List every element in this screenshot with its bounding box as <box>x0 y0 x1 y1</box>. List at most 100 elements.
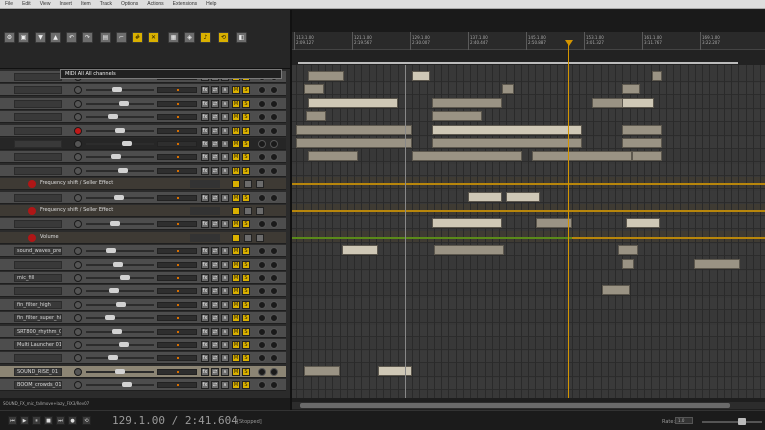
volume-knob[interactable] <box>114 194 124 200</box>
media-item[interactable] <box>532 151 632 162</box>
volume-knob[interactable] <box>119 100 129 106</box>
fx-button[interactable]: fx <box>201 220 209 229</box>
phase-button[interactable] <box>258 113 266 122</box>
record-arm-button[interactable] <box>74 193 82 202</box>
media-item[interactable] <box>434 245 504 256</box>
media-item[interactable] <box>622 124 662 135</box>
media-item[interactable] <box>308 151 358 162</box>
io-button[interactable]: ⇄ <box>211 341 219 349</box>
menu-item-track[interactable]: Track <box>100 1 112 7</box>
record-arm-button[interactable] <box>74 166 82 175</box>
envelope-button[interactable] <box>244 207 252 215</box>
media-item[interactable] <box>432 111 482 122</box>
track-name-field[interactable] <box>14 73 62 81</box>
track-name-field[interactable]: SOUND_RISE_01 <box>14 367 62 376</box>
loop-button[interactable]: ⟲ <box>218 32 229 43</box>
volume-slider[interactable] <box>86 384 154 387</box>
automation-mode-button[interactable] <box>270 153 278 162</box>
pause-button[interactable]: ⏸ <box>32 416 41 425</box>
gear-button[interactable]: ⚙ <box>4 32 15 43</box>
mute-button[interactable]: M <box>232 247 240 256</box>
media-item[interactable] <box>412 151 522 162</box>
volume-slider[interactable] <box>86 223 154 226</box>
mute-button[interactable]: M <box>232 220 240 229</box>
fx-button[interactable]: fx <box>201 99 209 108</box>
settings-button[interactable]: ◧ <box>236 32 247 43</box>
fx-button[interactable]: fx <box>201 274 209 282</box>
fx-button[interactable]: fx <box>201 354 209 363</box>
automation-mode-button[interactable] <box>270 327 278 336</box>
envelope-button[interactable]: ∧ <box>221 193 229 202</box>
media-item[interactable] <box>602 285 630 296</box>
track-name-field[interactable] <box>14 153 62 162</box>
mute-button[interactable]: M <box>232 99 240 108</box>
mute-button[interactable]: M <box>232 153 240 162</box>
volume-knob[interactable] <box>119 342 129 347</box>
automation-mode-button[interactable] <box>270 193 278 202</box>
envelope-button[interactable]: ∧ <box>221 113 229 122</box>
record-arm-button[interactable] <box>74 260 82 269</box>
track-name-field[interactable]: BOOM_crowds_01 <box>14 381 62 390</box>
record-arm-button[interactable] <box>74 274 82 282</box>
record-arm-button[interactable] <box>74 367 82 376</box>
volume-knob[interactable] <box>111 154 121 160</box>
pan-field[interactable] <box>157 154 197 161</box>
phase-button[interactable] <box>258 274 266 282</box>
phase-button[interactable] <box>258 367 266 376</box>
record-arm-button[interactable] <box>74 381 82 390</box>
io-button[interactable]: ⇄ <box>211 260 219 269</box>
track-name-field[interactable] <box>14 99 62 108</box>
io-button[interactable]: ⇄ <box>211 327 219 336</box>
undo-button[interactable]: ↶ <box>66 32 77 43</box>
automation-mode-button[interactable] <box>270 113 278 122</box>
scrollbar-thumb[interactable] <box>300 403 730 408</box>
automation-mode-button[interactable] <box>270 260 278 269</box>
track-name-field[interactable] <box>14 140 62 148</box>
track-name-field[interactable] <box>14 287 62 296</box>
track-name-field[interactable]: fin_filter_super_high <box>14 314 62 323</box>
menu-item-help[interactable]: Help <box>206 1 216 7</box>
media-item[interactable] <box>306 111 326 122</box>
record-button[interactable]: ● <box>68 416 77 425</box>
media-item[interactable] <box>506 191 540 202</box>
io-button[interactable]: ⇄ <box>211 86 219 95</box>
timeline-ruler[interactable]: 113.1.00 2:09.127 121.1.00 2:19.567 129.1.00… <box>292 10 765 65</box>
automation-mode-button[interactable] <box>270 314 278 323</box>
envelope-button[interactable] <box>256 207 264 215</box>
go-start-button[interactable]: ⏮ <box>8 416 17 425</box>
volume-knob[interactable] <box>115 127 125 133</box>
pan-field[interactable] <box>157 382 197 389</box>
envelope-button[interactable]: ∧ <box>221 153 229 162</box>
envelope-button[interactable]: ∧ <box>221 341 229 349</box>
automation-mode-button[interactable] <box>270 126 278 135</box>
solo-button[interactable]: S <box>242 300 250 309</box>
envelope-button[interactable]: ∧ <box>221 327 229 336</box>
envelope-button[interactable]: ∧ <box>221 260 229 269</box>
volume-knob[interactable] <box>113 261 123 267</box>
solo-button[interactable]: S <box>242 341 250 349</box>
io-button[interactable]: ⇄ <box>211 140 219 148</box>
envelope-button[interactable]: ∧ <box>221 126 229 135</box>
track-row[interactable]: Frequency shift / Seller Effect <box>0 205 286 217</box>
close-envelope-icon[interactable] <box>28 207 36 215</box>
phase-button[interactable] <box>258 381 266 390</box>
automation-mode-button[interactable] <box>270 140 278 148</box>
envelope-button[interactable] <box>244 180 252 189</box>
phase-button[interactable] <box>258 86 266 95</box>
media-item[interactable] <box>296 138 412 148</box>
redo-button[interactable]: ↷ <box>82 32 93 43</box>
envelope-button[interactable]: ∧ <box>221 274 229 282</box>
record-arm-button[interactable] <box>74 287 82 296</box>
solo-button[interactable]: S <box>242 86 250 95</box>
volume-knob[interactable] <box>105 315 115 321</box>
arrange-view[interactable] <box>292 65 765 398</box>
media-item[interactable] <box>432 97 502 108</box>
volume-slider[interactable] <box>86 116 154 119</box>
envelope-button[interactable]: ∧ <box>221 247 229 256</box>
record-arm-button[interactable] <box>74 354 82 363</box>
mute-button[interactable]: M <box>232 140 240 148</box>
envelope-button[interactable]: ∧ <box>221 367 229 376</box>
envelope-button[interactable] <box>232 180 240 189</box>
track-name-field[interactable] <box>14 113 62 122</box>
io-button[interactable]: ⇄ <box>211 166 219 175</box>
